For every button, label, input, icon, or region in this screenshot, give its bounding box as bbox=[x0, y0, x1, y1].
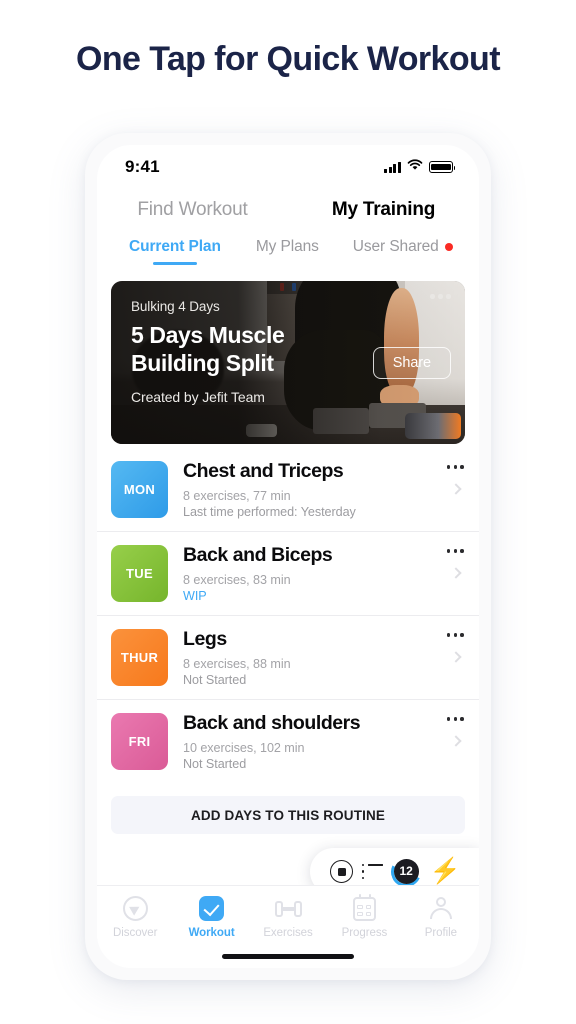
home-indicator bbox=[222, 953, 354, 959]
nav-label-discover: Discover bbox=[113, 927, 158, 939]
battery-full-icon bbox=[429, 161, 456, 173]
hero-title: 5 Days Muscle Building Split bbox=[131, 322, 285, 376]
nav-item-profile[interactable]: Profile bbox=[403, 895, 479, 939]
workout-title: Back and Biceps bbox=[183, 544, 333, 566]
exercise-count-value: 12 bbox=[393, 859, 419, 884]
page-headline: One Tap for Quick Workout bbox=[76, 40, 500, 78]
day-badge-fri: FRI bbox=[111, 713, 168, 770]
calendar-icon bbox=[351, 893, 378, 922]
workout-title: Chest and Triceps bbox=[183, 460, 344, 482]
day-badge-mon: MON bbox=[111, 461, 168, 518]
hero-author: Created by Jefit Team bbox=[131, 389, 265, 405]
status-bar: 9:41 bbox=[97, 145, 479, 189]
current-plan-hero-card[interactable]: Bulking 4 Days 5 Days Muscle Building Sp… bbox=[111, 281, 465, 444]
nav-label-profile: Profile bbox=[424, 927, 457, 939]
status-icons bbox=[384, 158, 456, 176]
dumbbell-icon bbox=[274, 895, 302, 922]
wifi-icon bbox=[407, 158, 423, 176]
nav-label-exercises: Exercises bbox=[263, 927, 313, 939]
nav-item-workout[interactable]: Workout bbox=[173, 895, 249, 939]
share-button[interactable]: Share bbox=[372, 347, 451, 379]
row-ellipsis-icon[interactable] bbox=[446, 465, 464, 469]
compass-icon bbox=[122, 895, 149, 922]
table-row[interactable]: TUE Back and Biceps 8 exercises, 83 min … bbox=[97, 532, 479, 616]
nav-item-progress[interactable]: Progress bbox=[326, 893, 402, 939]
hero-kicker: Bulking 4 Days bbox=[131, 299, 220, 314]
list-icon[interactable] bbox=[361, 863, 383, 880]
active-tab-underline bbox=[152, 261, 197, 265]
exercise-count-badge[interactable]: 12 bbox=[386, 852, 426, 891]
nav-item-discover[interactable]: Discover bbox=[97, 895, 173, 939]
nav-label-workout: Workout bbox=[188, 927, 235, 939]
nav-item-exercises[interactable]: Exercises bbox=[250, 895, 326, 939]
tab-user-shared[interactable]: User Shared bbox=[353, 238, 453, 265]
tab-current-plan-label: Current Plan bbox=[129, 238, 221, 255]
day-badge-tue: TUE bbox=[111, 545, 168, 602]
sub-tab-bar: Current Plan My Plans User Shared bbox=[97, 221, 479, 265]
row-ellipsis-icon[interactable] bbox=[446, 633, 464, 637]
workout-status: Last time performed: Yesterday bbox=[183, 505, 356, 519]
check-square-icon bbox=[198, 895, 225, 922]
top-tab-bar: Find Workout My Training bbox=[97, 189, 479, 221]
tab-current-plan[interactable]: Current Plan bbox=[129, 238, 221, 265]
tab-my-training[interactable]: My Training bbox=[288, 199, 479, 221]
workout-status: Not Started bbox=[183, 757, 247, 771]
row-ellipsis-icon[interactable] bbox=[446, 549, 464, 553]
workout-status: WIP bbox=[183, 589, 207, 603]
tab-my-plans-label: My Plans bbox=[255, 238, 319, 255]
ellipsis-icon[interactable] bbox=[430, 294, 451, 299]
cellular-signal-icon bbox=[384, 161, 401, 173]
add-days-label: ADD DAYS TO THIS ROUTINE bbox=[190, 807, 386, 823]
workout-day-list: MON Chest and Triceps 8 exercises, 77 mi… bbox=[97, 448, 479, 783]
table-row[interactable]: MON Chest and Triceps 8 exercises, 77 mi… bbox=[97, 448, 479, 532]
table-row[interactable]: THUR Legs 8 exercises, 88 min Not Starte… bbox=[97, 616, 479, 700]
nav-label-progress: Progress bbox=[341, 927, 388, 939]
workout-meta: 8 exercises, 77 min bbox=[183, 489, 291, 503]
record-stop-icon[interactable] bbox=[330, 860, 354, 883]
add-days-to-routine-button[interactable]: ADD DAYS TO THIS ROUTINE bbox=[111, 796, 465, 834]
tab-find-workout[interactable]: Find Workout bbox=[97, 199, 288, 221]
row-body: Legs 8 exercises, 88 min Not Started bbox=[168, 627, 465, 688]
table-row[interactable]: FRI Back and shoulders 10 exercises, 102… bbox=[97, 700, 479, 783]
tab-my-plans[interactable]: My Plans bbox=[256, 238, 319, 265]
day-badge-thur: THUR bbox=[111, 629, 168, 686]
row-body: Chest and Triceps 8 exercises, 77 min La… bbox=[168, 459, 465, 520]
workout-meta: 10 exercises, 102 min bbox=[183, 741, 305, 755]
notification-dot-icon bbox=[444, 243, 453, 251]
row-body: Back and Biceps 8 exercises, 83 min WIP bbox=[168, 543, 465, 604]
workout-status: Not Started bbox=[183, 673, 247, 687]
phone-screen: 9:41 Find Workout My Training Current Pl… bbox=[97, 145, 479, 968]
status-time: 9:41 bbox=[125, 157, 160, 176]
workout-title: Back and shoulders bbox=[183, 712, 361, 734]
workout-meta: 8 exercises, 83 min bbox=[183, 573, 291, 587]
tab-user-shared-label: User Shared bbox=[352, 238, 439, 255]
row-body: Back and shoulders 10 exercises, 102 min… bbox=[168, 711, 465, 772]
person-icon bbox=[427, 895, 454, 922]
workout-meta: 8 exercises, 88 min bbox=[183, 657, 291, 671]
lightning-bolt-icon[interactable]: ⚡ bbox=[430, 859, 461, 884]
row-ellipsis-icon[interactable] bbox=[446, 717, 464, 721]
workout-title: Legs bbox=[183, 628, 227, 650]
